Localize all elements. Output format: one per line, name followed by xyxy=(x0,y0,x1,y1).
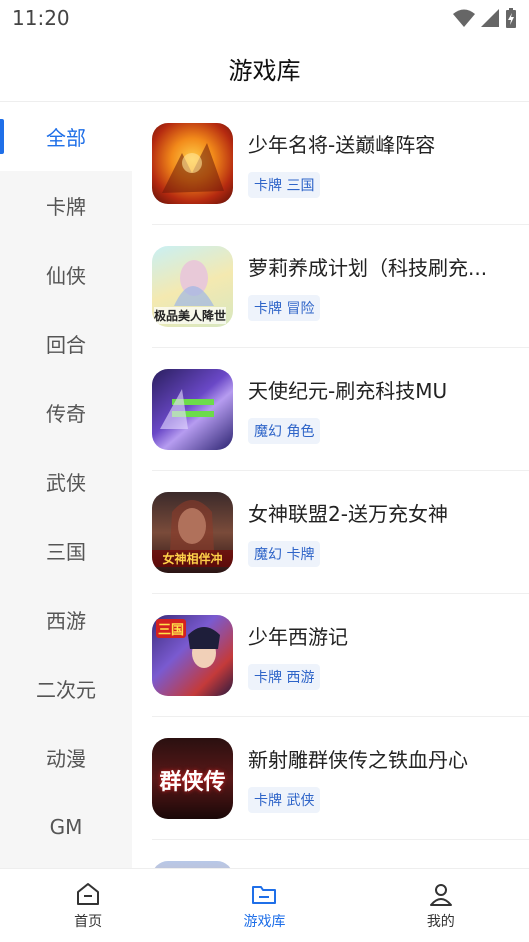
game-tags: 卡牌 三国 xyxy=(248,172,321,198)
game-icon: 三国 xyxy=(152,615,233,696)
folder-icon xyxy=(252,885,277,904)
game-icon xyxy=(152,123,233,204)
game-icon: 女神相伴冲 xyxy=(152,492,233,573)
sidebar-item-turn-based[interactable]: 回合 xyxy=(0,309,132,378)
wifi-icon xyxy=(453,9,475,27)
tab-label: 首页 xyxy=(74,913,103,930)
game-icon xyxy=(152,369,233,450)
category-sidebar: 全部 卡牌 仙侠 回合 传奇 武侠 三国 西游 二次元 动漫 GM xyxy=(0,102,132,868)
sidebar-item-legend[interactable]: 传奇 xyxy=(0,378,132,447)
signal-icon xyxy=(481,9,499,27)
sidebar-item-journey-west[interactable]: 西游 xyxy=(0,585,132,654)
sidebar-item-animation[interactable]: 动漫 xyxy=(0,723,132,792)
battery-icon xyxy=(506,8,516,28)
list-item[interactable]: 少年名将-送巅峰阵容 卡牌 三国 xyxy=(132,102,529,225)
game-tags: 卡牌 西游 xyxy=(248,664,321,690)
game-icon: 群侠传 xyxy=(152,738,233,819)
list-item[interactable]: 群侠传 新射雕群侠传之铁血丹心 卡牌 武侠 xyxy=(132,717,529,840)
bottom-tab-bar: 首页 游戏库 我的 xyxy=(0,868,529,942)
tab-home[interactable]: 首页 xyxy=(0,869,176,942)
game-tags: 魔幻 卡牌 xyxy=(248,541,321,567)
list-item[interactable]: 女神相伴冲 女神联盟2-送万充女神 魔幻 卡牌 xyxy=(132,471,529,594)
sidebar-item-gm[interactable]: GM xyxy=(0,792,132,861)
game-name: 萝莉养成计划（科技刷充... xyxy=(248,256,488,280)
game-tags: 卡牌 武侠 xyxy=(248,787,321,813)
game-tags: 卡牌 冒险 xyxy=(248,295,321,321)
status-icons xyxy=(453,8,517,28)
game-icon xyxy=(152,861,233,868)
game-icon-text: 三国 xyxy=(156,619,187,638)
tab-profile[interactable]: 我的 xyxy=(353,869,529,942)
game-tags: 魔幻 角色 xyxy=(248,418,321,444)
status-time: 11:20 xyxy=(12,6,70,30)
game-icon: 极品美人降世 xyxy=(152,246,233,327)
profile-icon xyxy=(429,883,452,906)
sidebar-item-anime-2d[interactable]: 二次元 xyxy=(0,654,132,723)
list-item[interactable]: 三国 少年西游记 卡牌 西游 xyxy=(132,594,529,717)
game-icon-text: 群侠传 xyxy=(159,769,226,795)
sidebar-item-all[interactable]: 全部 xyxy=(0,102,132,171)
list-item[interactable]: 极品美人降世 萝莉养成计划（科技刷充... 卡牌 冒险 xyxy=(132,225,529,348)
tab-label: 我的 xyxy=(426,913,455,930)
game-list: 少年名将-送巅峰阵容 卡牌 三国 极品美人降世 萝莉养成计划（科技刷充... 卡… xyxy=(132,102,529,868)
game-name: 少年名将-送巅峰阵容 xyxy=(248,133,436,157)
home-icon xyxy=(77,882,100,905)
sidebar-item-three-kingdoms[interactable]: 三国 xyxy=(0,516,132,585)
status-bar: 11:20 xyxy=(0,0,529,36)
tab-label: 游戏库 xyxy=(243,913,286,930)
game-icon-text: 女神相伴冲 xyxy=(152,550,233,567)
header: 游戏库 xyxy=(0,36,529,102)
game-name: 女神联盟2-送万充女神 xyxy=(248,502,448,526)
sidebar-item-xianxia[interactable]: 仙侠 xyxy=(0,240,132,309)
list-item-partial[interactable] xyxy=(132,840,529,868)
game-name: 天使纪元-刷充科技MU xyxy=(248,379,448,403)
list-item[interactable]: 天使纪元-刷充科技MU 魔幻 角色 xyxy=(132,348,529,471)
page-title: 游戏库 xyxy=(228,57,301,85)
game-name: 少年西游记 xyxy=(248,625,348,649)
sidebar-item-card[interactable]: 卡牌 xyxy=(0,171,132,240)
tab-game-library[interactable]: 游戏库 xyxy=(176,869,352,942)
sidebar-item-wuxia[interactable]: 武侠 xyxy=(0,447,132,516)
game-name: 新射雕群侠传之铁血丹心 xyxy=(248,748,468,772)
game-icon-text: 极品美人降世 xyxy=(154,307,227,324)
